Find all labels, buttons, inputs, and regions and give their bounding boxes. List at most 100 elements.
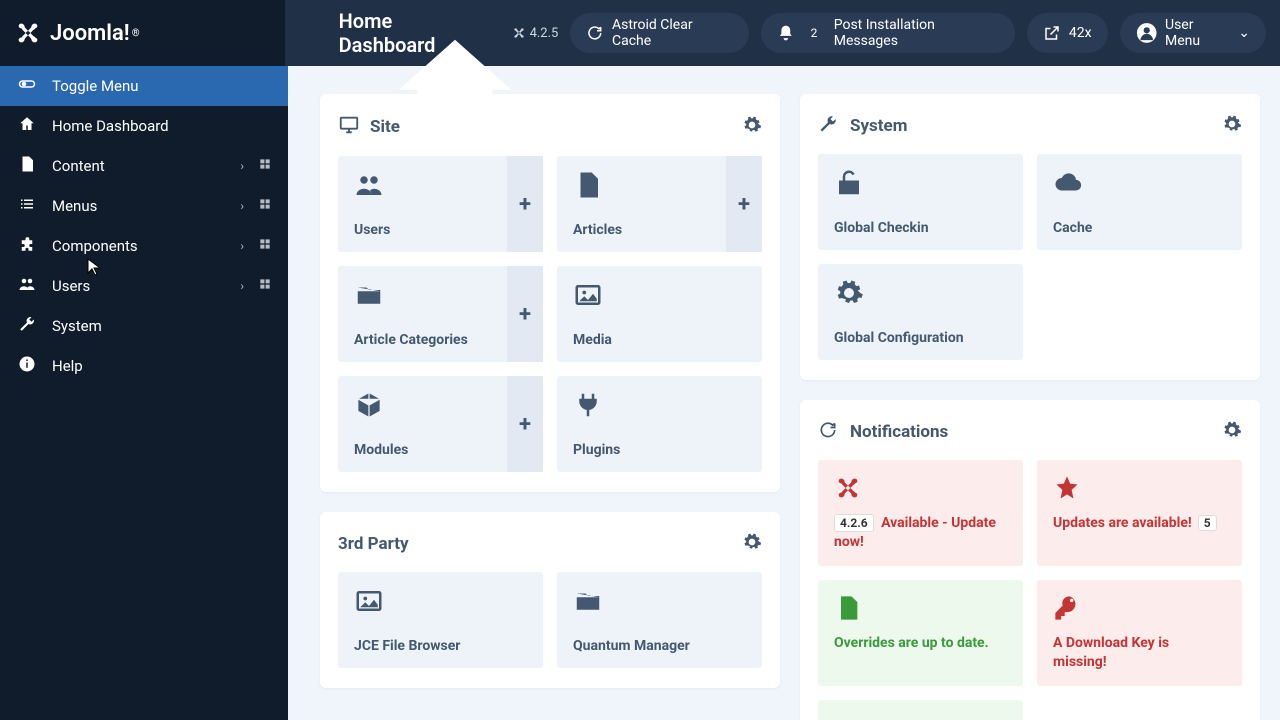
notification-item[interactable]: Updates are available!5 (1037, 460, 1242, 566)
grid-icon[interactable] (258, 237, 272, 255)
tile-label: Media (573, 332, 746, 348)
content: Site Users+Articles+Article Categories+M… (288, 66, 1280, 720)
tile-label: Quantum Manager (573, 638, 746, 654)
puzzle-icon (16, 235, 38, 257)
notification-item[interactable]: 4.2.6 Available - Update now! (818, 460, 1023, 566)
notification-text: Overrides are up to date. (834, 634, 1007, 653)
sidebar-item-label: Help (52, 357, 83, 375)
grid-icon[interactable] (258, 277, 272, 295)
tile-jce-file-browser[interactable]: JCE File Browser (338, 572, 543, 668)
site-panel-title: Site (370, 117, 400, 137)
sidebar-item-system[interactable]: System (0, 306, 288, 346)
add-button[interactable]: + (507, 266, 543, 362)
add-button[interactable]: + (507, 376, 543, 472)
tile-plugins[interactable]: Plugins (557, 376, 762, 472)
notification-item[interactable] (818, 700, 1023, 720)
tile-label: Articles (573, 222, 746, 238)
sidebar-item-toggle-menu[interactable]: Toggle Menu (0, 66, 288, 106)
system-panel: System Global Checkin Cache Global Configu… (800, 94, 1260, 380)
unlock-icon (834, 168, 1007, 202)
add-button[interactable]: + (507, 156, 543, 252)
plug-icon (573, 390, 746, 424)
tile-label: Plugins (573, 442, 746, 458)
tile-cache[interactable]: Cache (1037, 154, 1242, 250)
notification-item[interactable]: A Download Key is missing! (1037, 580, 1242, 686)
logo[interactable]: Joomla!® (0, 0, 285, 66)
cog-icon (834, 278, 1007, 312)
add-button[interactable]: + (726, 156, 762, 252)
tile-quantum-manager[interactable]: Quantum Manager (557, 572, 762, 668)
tile-label: Cache (1053, 220, 1226, 236)
user-menu-button[interactable]: User Menu ⌄ (1120, 13, 1266, 53)
sidebar-item-users[interactable]: Users› (0, 266, 288, 306)
file-icon (16, 155, 38, 177)
post-install-label: Post Installation Messages (834, 17, 999, 49)
list-icon (16, 195, 38, 217)
sidebar-item-label: Content (52, 157, 105, 175)
chevron-right-icon: › (240, 159, 244, 173)
thirdparty-panel-title: 3rd Party (338, 534, 409, 554)
sidebar-item-label: Home Dashboard (52, 117, 169, 135)
sidebar-item-components[interactable]: Components› (0, 226, 288, 266)
notification-item[interactable]: Overrides are up to date. (818, 580, 1023, 686)
page-title: Home Dashboard (285, 9, 512, 57)
sidebar-item-label: Toggle Menu (52, 77, 139, 95)
post-install-count: 2 (802, 21, 825, 45)
version-indicator[interactable]: 4.2.5 (512, 26, 559, 41)
sidebar-item-menus[interactable]: Menus› (0, 186, 288, 226)
wrench-icon (818, 114, 842, 138)
wrench-icon (16, 315, 38, 337)
notifications-panel: Notifications 4.2.6 Available - Update n… (800, 400, 1260, 720)
post-install-button[interactable]: 2 Post Installation Messages (761, 13, 1015, 53)
home-icon (16, 115, 38, 137)
tile-label: Users (354, 222, 527, 238)
sidebar-item-label: Menus (52, 197, 97, 215)
sidebar-item-help[interactable]: Help (0, 346, 288, 386)
sidebar-item-label: Users (52, 277, 90, 295)
notification-text: 4.2.6 Available - Update now! (834, 514, 1007, 552)
tile-article-categories[interactable]: Article Categories+ (338, 266, 543, 362)
toggle-icon (16, 75, 38, 97)
site-panel: Site Users+Articles+Article Categories+M… (320, 94, 780, 492)
tile-users[interactable]: Users+ (338, 156, 543, 252)
sidebar-item-home-dashboard[interactable]: Home Dashboard (0, 106, 288, 146)
tile-media[interactable]: Media (557, 266, 762, 362)
users-icon (16, 275, 38, 297)
tile-label: Global Checkin (834, 220, 1007, 236)
clear-cache-button[interactable]: Astroid Clear Cache (570, 13, 748, 53)
cube-icon (354, 390, 527, 424)
key-icon (1053, 594, 1226, 626)
tile-label: Article Categories (354, 332, 527, 348)
tile-label: Modules (354, 442, 527, 458)
tile-global-checkin[interactable]: Global Checkin (818, 154, 1023, 250)
system-panel-settings[interactable] (1222, 114, 1242, 138)
image-icon (354, 586, 527, 620)
tile-global-configuration[interactable]: Global Configuration (818, 264, 1023, 360)
frontend-link-button[interactable]: 42x (1027, 13, 1108, 53)
thirdparty-panel-settings[interactable] (742, 532, 762, 556)
tile-modules[interactable]: Modules+ (338, 376, 543, 472)
target-count: 42x (1069, 25, 1092, 41)
joomla-icon (834, 474, 1007, 506)
site-panel-settings[interactable] (742, 115, 762, 139)
notifications-panel-settings[interactable] (1222, 420, 1242, 444)
grid-icon[interactable] (258, 157, 272, 175)
version-badge: 4.2.6 (834, 514, 874, 532)
tile-label: Global Configuration (834, 330, 1007, 346)
grid-icon[interactable] (258, 197, 272, 215)
notification-text: A Download Key is missing! (1053, 634, 1226, 672)
thirdparty-panel: 3rd Party JCE File Browser Quantum Manage… (320, 512, 780, 688)
notifications-panel-title: Notifications (850, 422, 948, 442)
notification-text: Updates are available!5 (1053, 514, 1226, 533)
cloud-icon (1053, 168, 1226, 202)
sidebar-item-content[interactable]: Content › (0, 146, 288, 186)
monitor-icon (338, 114, 362, 140)
tile-articles[interactable]: Articles+ (557, 156, 762, 252)
info-icon (16, 355, 38, 377)
system-panel-title: System (850, 116, 907, 136)
tile-label: JCE File Browser (354, 638, 527, 654)
users-icon (354, 170, 527, 204)
user-menu-label: User Menu (1165, 17, 1230, 49)
notification-count: 5 (1198, 515, 1217, 531)
dots-icon (834, 714, 1007, 720)
